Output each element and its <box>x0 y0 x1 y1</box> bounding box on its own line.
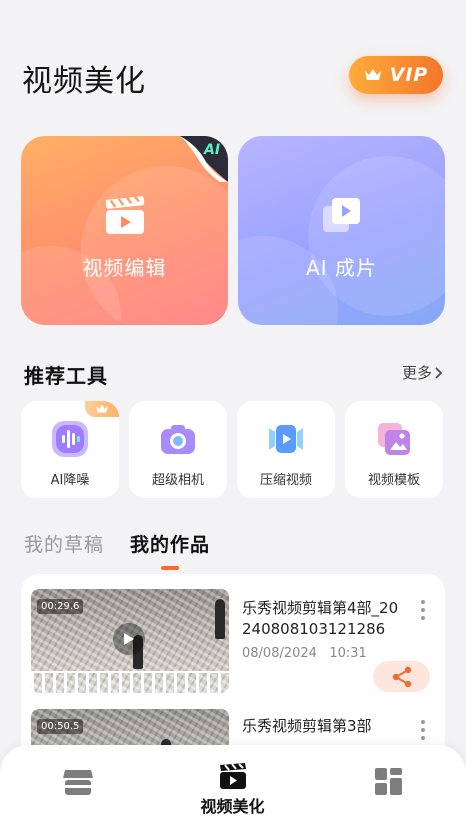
video-thumbnail[interactable]: 00:29.6 <box>31 589 229 693</box>
grid-icon <box>374 768 402 795</box>
play-icon <box>113 623 145 655</box>
work-title: 乐秀视频剪辑第4部_20240808103121286 <box>242 599 399 638</box>
crown-icon <box>96 404 108 413</box>
more-options-icon[interactable] <box>419 600 427 620</box>
tool-video-template[interactable]: 视频模板 <box>345 401 443 498</box>
share-icon <box>392 666 411 687</box>
tools-section-title: 推荐工具 <box>24 364 108 388</box>
nav-item-video-beautify[interactable]: 视频美化 <box>155 745 310 830</box>
compress-video-icon <box>269 425 303 453</box>
video-edit-card[interactable]: AI 视频编辑 <box>21 136 228 325</box>
pro-badge <box>85 401 119 417</box>
svg-text:AI: AI <box>203 142 220 158</box>
nav-label: 视频美化 <box>200 797 265 816</box>
tool-label: AI降噪 <box>50 473 90 488</box>
nav-item-store[interactable] <box>0 745 155 830</box>
work-date: 08/08/2024 10:31 <box>242 646 367 661</box>
share-button[interactable] <box>373 661 430 692</box>
ai-film-label: AI 成片 <box>306 256 377 280</box>
camera-icon <box>161 425 195 454</box>
store-icon <box>62 770 93 795</box>
tab-drafts[interactable]: 我的草稿 <box>24 530 104 557</box>
more-label: 更多 <box>402 364 433 382</box>
ai-film-card[interactable]: AI 成片 <box>238 136 445 325</box>
tool-label: 超级相机 <box>151 473 204 488</box>
audio-wave-icon <box>52 421 88 457</box>
ai-badge-icon: AI <box>180 136 228 182</box>
tool-compress-video[interactable]: 压缩视频 <box>237 401 335 498</box>
tab-works[interactable]: 我的作品 <box>130 530 210 557</box>
ai-film-icon <box>322 198 360 232</box>
vip-label: VIP <box>389 64 429 86</box>
video-edit-label: 视频编辑 <box>82 256 167 280</box>
duration-badge: 00:50.5 <box>37 719 84 734</box>
template-icon <box>378 423 410 455</box>
nav-item-apps[interactable] <box>311 745 466 830</box>
page-title: 视频美化 <box>22 64 146 99</box>
more-options-icon[interactable] <box>419 720 427 740</box>
vip-button[interactable]: VIP <box>349 56 443 94</box>
tool-ai-denoise[interactable]: AI降噪 <box>21 401 119 498</box>
clapper-play-icon <box>219 763 246 789</box>
work-item[interactable]: 00:29.6 乐秀视频剪辑第4部_20240808103121286 08/0… <box>21 574 445 694</box>
clapper-icon <box>105 196 144 234</box>
tool-label: 视频模板 <box>367 473 420 488</box>
work-title: 乐秀视频剪辑第3部 <box>242 717 372 735</box>
duration-badge: 00:29.6 <box>37 599 84 614</box>
more-tools-link[interactable]: 更多 <box>402 362 443 383</box>
crown-icon <box>364 69 381 80</box>
chevron-right-icon <box>435 366 443 379</box>
tool-label: 压缩视频 <box>259 473 312 488</box>
tool-super-camera[interactable]: 超级相机 <box>129 401 227 498</box>
bottom-nav: 视频美化 <box>0 745 466 830</box>
